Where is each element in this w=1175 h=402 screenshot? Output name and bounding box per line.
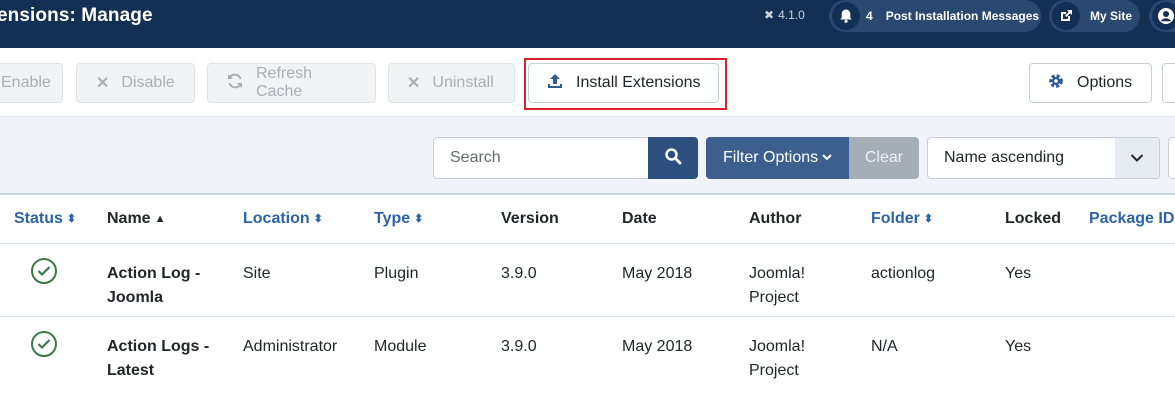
column-folder[interactable]: Folder ⬍ xyxy=(871,210,933,228)
page-title: ensions: Manage xyxy=(0,5,153,26)
top-header: ensions: Manage ✖ 4.1.0 4 Post Installat… xyxy=(0,0,1175,48)
options-label: Options xyxy=(1077,74,1133,91)
extension-folder: actionlog xyxy=(871,265,936,282)
status-enabled-icon[interactable] xyxy=(31,331,57,357)
user-menu-button[interactable] xyxy=(1149,0,1175,32)
messages-count: 4 xyxy=(866,9,873,23)
sort-icon: ⬍ xyxy=(313,213,323,225)
extension-author: Joomla! Project xyxy=(749,262,805,310)
messages-label: Post Installation Messages xyxy=(885,9,1040,23)
column-folder-label: Folder xyxy=(871,210,920,227)
sort-asc-icon: ▲ xyxy=(154,213,166,225)
extension-location: Administrator xyxy=(243,338,338,355)
column-location-label: Location xyxy=(243,210,310,227)
joomla-version: ✖ 4.1.0 xyxy=(764,8,805,22)
column-package-id[interactable]: Package ID⬍ xyxy=(1089,210,1175,228)
extension-name-line1: Action Logs - xyxy=(107,338,210,355)
highlight-box xyxy=(524,58,727,110)
extension-type: Module xyxy=(374,338,427,355)
refresh-icon xyxy=(226,72,244,95)
external-link-icon xyxy=(1052,2,1080,30)
joomla-icon: ✖ xyxy=(764,8,775,22)
disable-label: Disable xyxy=(121,74,175,91)
uninstall-label: Uninstall xyxy=(432,74,494,91)
extension-version: 3.9.0 xyxy=(501,265,537,282)
author-line1: Joomla! xyxy=(749,338,806,355)
search-button[interactable] xyxy=(648,137,698,179)
extension-name: Action Logs - Latest xyxy=(107,335,209,383)
extension-name-line2: Latest xyxy=(107,362,155,379)
extension-date: May 2018 xyxy=(622,338,693,355)
author-line2: Project xyxy=(749,289,799,306)
extension-type: Plugin xyxy=(374,265,419,282)
search-icon xyxy=(664,147,682,170)
column-author: Author xyxy=(749,210,802,227)
enable-button[interactable]: Enable xyxy=(0,63,63,103)
column-date: Date xyxy=(622,210,657,227)
column-type-label: Type xyxy=(374,210,411,227)
extension-name-line1: Action Log - xyxy=(107,265,201,282)
enable-label: Enable xyxy=(1,74,51,91)
extension-locked: Yes xyxy=(1005,338,1032,355)
author-line1: Joomla! xyxy=(749,265,806,282)
column-version: Version xyxy=(501,210,559,227)
extension-name: Action Log - Joomla xyxy=(107,262,200,310)
close-icon: ✕ xyxy=(96,75,110,92)
chevron-down-icon xyxy=(822,149,832,167)
extension-folder: N/A xyxy=(871,338,898,355)
author-line2: Project xyxy=(749,362,799,379)
column-status-label: Status xyxy=(14,210,63,227)
user-icon xyxy=(1152,2,1175,30)
post-installation-messages-button[interactable]: 4 Post Installation Messages xyxy=(829,0,1041,32)
column-name-label: Name xyxy=(107,210,151,227)
chevron-down-icon xyxy=(1115,138,1159,178)
column-name[interactable]: Name ▲ xyxy=(107,210,165,228)
sort-icon: ⬍ xyxy=(414,213,424,225)
close-icon: ✕ xyxy=(407,75,421,92)
extension-locked: Yes xyxy=(1005,265,1032,282)
column-type[interactable]: Type ⬍ xyxy=(374,210,423,228)
bell-icon xyxy=(832,2,860,30)
filter-options-button[interactable]: Filter Options xyxy=(706,137,849,179)
my-site-label: My Site xyxy=(1090,9,1133,23)
my-site-button[interactable]: My Site xyxy=(1049,0,1140,32)
extension-date: May 2018 xyxy=(622,265,693,282)
help-button[interactable] xyxy=(1162,63,1175,103)
version-text: 4.1.0 xyxy=(778,8,805,22)
sort-value: Name ascending xyxy=(944,149,1065,166)
refresh-cache-button[interactable]: Refresh Cache xyxy=(207,63,376,103)
column-location[interactable]: Location ⬍ xyxy=(243,210,323,228)
refresh-cache-label: Refresh Cache xyxy=(256,65,313,100)
gear-icon xyxy=(1047,72,1065,95)
filter-bar: Search Filter Options Clear Name ascendi… xyxy=(0,117,1175,195)
search-input[interactable]: Search xyxy=(433,137,649,179)
column-package-id-label: Package ID xyxy=(1089,210,1175,227)
extension-version: 3.9.0 xyxy=(501,338,537,355)
column-locked: Locked xyxy=(1005,210,1062,227)
disable-button[interactable]: ✕ Disable xyxy=(76,63,195,103)
extension-name-line2: Joomla xyxy=(107,289,164,306)
filter-options-label: Filter Options xyxy=(723,149,819,166)
extension-author: Joomla! Project xyxy=(749,335,805,383)
extension-location: Site xyxy=(243,265,271,282)
uninstall-button[interactable]: ✕ Uninstall xyxy=(388,63,515,103)
clear-button[interactable]: Clear xyxy=(849,137,919,179)
sort-icon: ⬍ xyxy=(923,213,934,225)
table-row: Action Logs - Latest Administrator Modul… xyxy=(0,316,1175,389)
list-limit-select[interactable] xyxy=(1168,137,1175,179)
sort-select[interactable]: Name ascending xyxy=(927,137,1160,179)
options-button[interactable]: Options xyxy=(1029,63,1152,103)
column-status[interactable]: Status ⬍ xyxy=(14,210,76,228)
table-row: Action Log - Joomla Site Plugin 3.9.0 Ma… xyxy=(0,243,1175,316)
status-enabled-icon[interactable] xyxy=(31,258,57,284)
sort-icon: ⬍ xyxy=(66,213,77,225)
